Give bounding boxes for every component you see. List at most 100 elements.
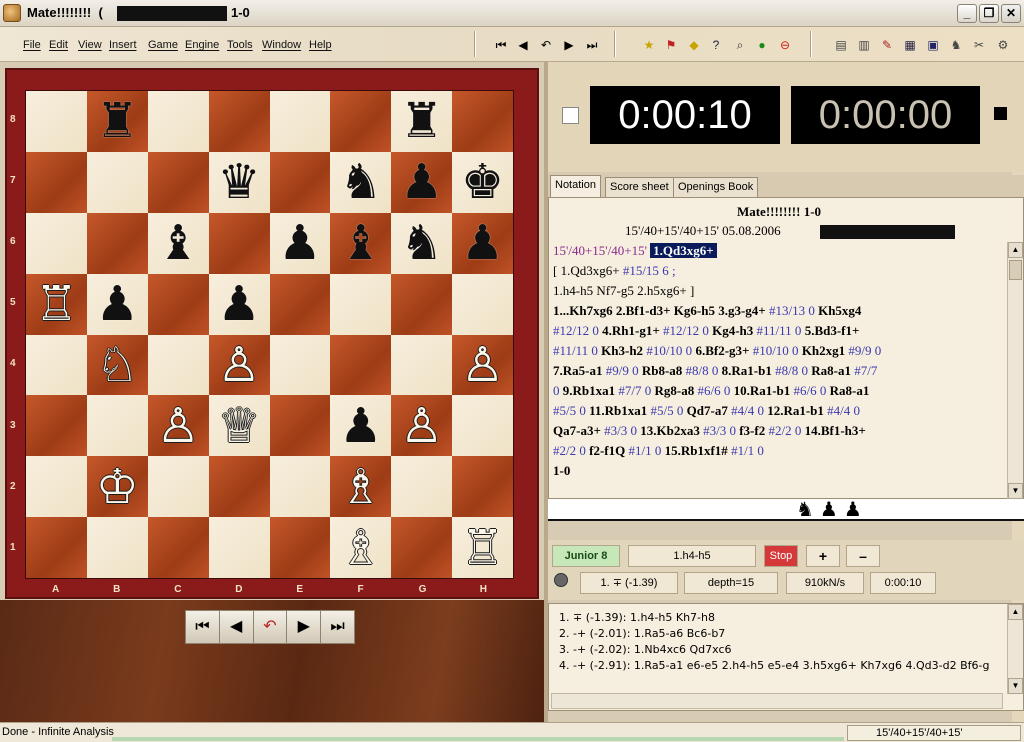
analysis-line[interactable]: 1. ∓ (-1.39): 1.h4-h5 Kh7-h8 [559, 610, 999, 626]
square-d2[interactable] [208, 456, 270, 518]
analysis-hscrollbar[interactable] [551, 693, 1003, 709]
square-h4[interactable]: ♙ [452, 334, 513, 396]
move-text[interactable]: Ra8-a1 [830, 383, 870, 398]
black-pawn-icon[interactable]: ♟ [461, 219, 504, 267]
square-g5[interactable] [391, 273, 453, 335]
menu-edit[interactable]: Edit [49, 39, 68, 51]
black-pawn-icon[interactable]: ♟ [339, 402, 382, 450]
square-g4[interactable] [391, 334, 453, 396]
flag-icon[interactable]: ⚑ [662, 36, 680, 54]
move-text[interactable]: Qd7-a7 [687, 403, 731, 418]
move-text[interactable]: Kh3-h2 [601, 343, 646, 358]
move-text[interactable]: 14.Bf1-h3+ [805, 423, 866, 438]
black-bishop-icon[interactable]: ♝ [157, 219, 200, 267]
move-text[interactable]: 6.Bf2-g3+ [695, 343, 752, 358]
square-g7[interactable]: ♟ [391, 151, 453, 213]
white-pawn-icon[interactable]: ♙ [157, 402, 200, 450]
square-a7[interactable] [26, 151, 87, 213]
black-knight-icon[interactable]: ♞ [339, 158, 382, 206]
square-c8[interactable] [147, 91, 209, 152]
move-text[interactable]: Kh5xg4 [818, 303, 861, 318]
square-e7[interactable] [269, 151, 331, 213]
move-text[interactable]: 4.Rh1-g1+ [602, 323, 663, 338]
square-f8[interactable] [330, 91, 392, 152]
square-a5[interactable]: ♖ [26, 273, 87, 335]
black-queen-icon[interactable]: ♛ [218, 158, 261, 206]
square-f6[interactable]: ♝ [330, 212, 392, 274]
first-move-icon[interactable]: ⏮ [492, 36, 510, 54]
square-c6[interactable]: ♝ [147, 212, 209, 274]
last-move-icon[interactable]: ⏭ [583, 36, 601, 54]
square-g1[interactable] [391, 517, 453, 578]
square-f2[interactable]: ♗ [330, 456, 392, 518]
square-e5[interactable] [269, 273, 331, 335]
tab-openings-book[interactable]: Openings Book [673, 177, 759, 197]
square-c4[interactable] [147, 334, 209, 396]
square-c3[interactable]: ♙ [147, 395, 209, 457]
square-f1[interactable]: ♗ [330, 517, 392, 578]
square-d6[interactable] [208, 212, 270, 274]
accept-icon[interactable]: ● [753, 36, 771, 54]
white-pawn-icon[interactable]: ♙ [461, 341, 504, 389]
nav-prev-button[interactable]: ◀ [219, 611, 254, 643]
board-icon[interactable]: ▣ [924, 36, 942, 54]
square-e4[interactable] [269, 334, 331, 396]
square-b4[interactable]: ♘ [86, 334, 148, 396]
move-text[interactable]: Ra8-a1 [811, 363, 854, 378]
layout-icon[interactable]: ▦ [901, 36, 919, 54]
square-a6[interactable] [26, 212, 87, 274]
black-pawn-icon[interactable]: ♟ [218, 280, 261, 328]
black-king-icon[interactable]: ♚ [461, 158, 504, 206]
scroll-down-arrow[interactable]: ▼ [1008, 483, 1023, 499]
square-d3[interactable]: ♕ [208, 395, 270, 457]
square-f5[interactable] [330, 273, 392, 335]
square-e8[interactable] [269, 91, 331, 152]
square-a2[interactable] [26, 456, 87, 518]
square-b6[interactable] [86, 212, 148, 274]
square-d5[interactable]: ♟ [208, 273, 270, 335]
black-pawn-icon[interactable]: ♟ [400, 158, 443, 206]
scroll-down-arrow[interactable]: ▼ [1008, 678, 1023, 694]
menu-file[interactable]: File [23, 39, 41, 51]
move-text[interactable]: 11.Rb1xa1 [589, 403, 650, 418]
square-d1[interactable] [208, 517, 270, 578]
white-bishop-icon[interactable]: ♗ [339, 463, 382, 511]
square-a3[interactable] [26, 395, 87, 457]
square-h8[interactable] [452, 91, 513, 152]
current-move[interactable]: 1.Qd3xg6+ [650, 243, 717, 258]
move-text[interactable]: 1-0 [553, 463, 570, 478]
black-pawn-icon[interactable]: ♟ [96, 280, 139, 328]
black-bishop-icon[interactable]: ♝ [339, 219, 382, 267]
analysis-line[interactable]: 2. -+ (-2.01): 1.Ra5-a6 Bc6-b7 [559, 626, 999, 642]
square-f3[interactable]: ♟ [330, 395, 392, 457]
analysis-vscrollbar[interactable]: ▲ ▼ [1007, 604, 1023, 694]
square-b5[interactable]: ♟ [86, 273, 148, 335]
square-d8[interactable] [208, 91, 270, 152]
scroll-up-arrow[interactable]: ▲ [1008, 604, 1023, 620]
square-g2[interactable] [391, 456, 453, 518]
white-rook-icon[interactable]: ♖ [35, 280, 78, 328]
nav-first-button[interactable]: ⏮ [186, 611, 220, 643]
add-line-button[interactable]: + [806, 545, 840, 567]
white-pawn-icon[interactable]: ♙ [218, 341, 261, 389]
book-icon[interactable]: ▥ [855, 36, 873, 54]
square-h1[interactable]: ♖ [452, 517, 513, 578]
engine-name[interactable]: Junior 8 [552, 545, 620, 567]
move-text[interactable]: 15'/40+15'/40+15' [553, 243, 650, 258]
scroll-thumb[interactable] [1009, 260, 1022, 280]
hint-icon[interactable]: ◆ [685, 36, 703, 54]
square-a1[interactable] [26, 517, 87, 578]
remove-line-button[interactable]: – [846, 545, 880, 567]
square-a4[interactable] [26, 334, 87, 396]
settings-icon[interactable]: ⚙ [994, 36, 1012, 54]
database-icon[interactable]: ▤ [832, 36, 850, 54]
menu-view[interactable]: View [78, 39, 102, 51]
square-c5[interactable] [147, 273, 209, 335]
black-pawn-icon[interactable]: ♟ [278, 219, 321, 267]
move-text[interactable]: 1.h4-h5 Nf7-g5 2.h5xg6+ ] [553, 283, 694, 298]
take-back-icon[interactable]: ↶ [537, 36, 555, 54]
square-h3[interactable] [452, 395, 513, 457]
move-text[interactable]: 1...Kh7xg6 2.Bf1-d3+ Kg6-h5 3.g3-g4+ [553, 303, 769, 318]
move-text[interactable]: Rb8-a8 [642, 363, 686, 378]
white-king-icon[interactable]: ♔ [96, 463, 139, 511]
